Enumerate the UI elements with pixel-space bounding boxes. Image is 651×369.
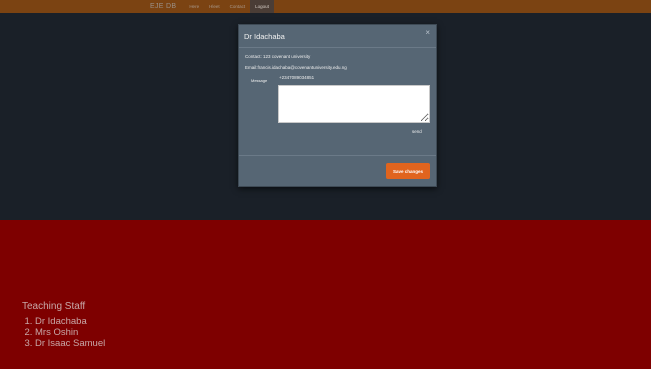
nav-link-hleet[interactable]: Hleet — [204, 0, 225, 13]
contact-phone: +2347089034851 — [279, 75, 315, 80]
contact-modal: Dr Idachaba × Contact: 123 covenant univ… — [238, 24, 437, 187]
modal-header: Dr Idachaba × — [239, 25, 436, 48]
nav-link-logout[interactable]: Logout — [250, 0, 274, 13]
navbar: EJE DB Here Hleet Contact Logout — [0, 0, 651, 13]
nav-link-here[interactable]: Here — [184, 0, 204, 13]
navbar-menu: EJE DB Here Hleet Contact Logout — [150, 0, 274, 13]
contact-email: Email:francis.idachaba@covenantuniversit… — [245, 65, 347, 70]
brand-logo[interactable]: EJE DB — [150, 3, 176, 10]
send-button[interactable]: send — [412, 129, 422, 134]
staff-list: Dr Idachaba Mrs Oshin Dr Isaac Samuel — [22, 316, 105, 349]
staff-list-item: Dr Isaac Samuel — [35, 338, 105, 349]
save-changes-button[interactable]: Save changes — [386, 163, 430, 179]
close-icon[interactable]: × — [425, 28, 430, 37]
staff-list-item: Dr Idachaba — [35, 316, 105, 327]
contact-address: Contact: 123 covenant university — [245, 54, 311, 59]
staff-list-item: Mrs Oshin — [35, 327, 105, 338]
modal-footer: Save changes — [239, 155, 436, 186]
staff-title: Teaching Staff — [22, 301, 86, 312]
message-label: Message — [251, 78, 268, 83]
modal-title: Dr Idachaba — [244, 32, 285, 41]
message-textarea[interactable] — [278, 85, 430, 123]
nav-link-contact[interactable]: Contact — [225, 0, 251, 13]
teaching-staff-section: Teaching Staff Dr Idachaba Mrs Oshin Dr … — [22, 301, 105, 349]
modal-body: Contact: 123 covenant university Email:f… — [239, 48, 436, 158]
